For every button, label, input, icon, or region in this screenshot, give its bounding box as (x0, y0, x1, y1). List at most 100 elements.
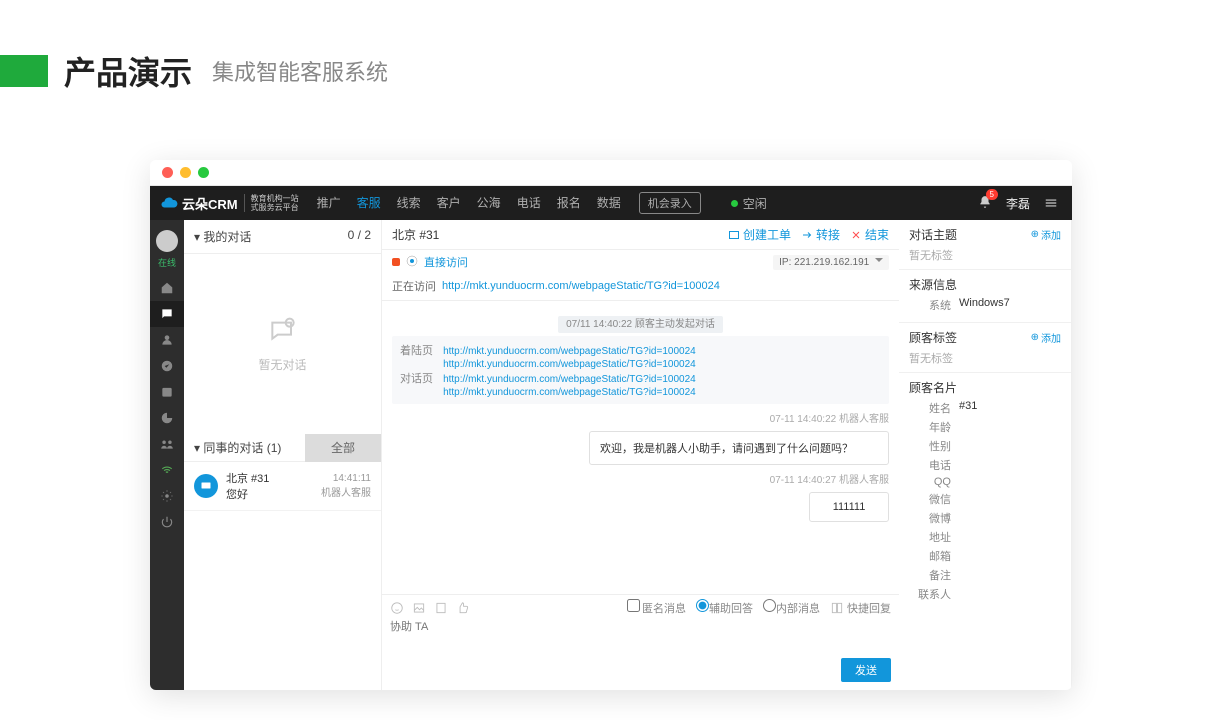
empty-text: 暂无对话 (258, 356, 306, 373)
card-field[interactable]: 微信 (909, 491, 1061, 507)
tags-none: 暂无标签 (909, 350, 1061, 366)
anon-checkbox[interactable]: 匿名消息 (627, 599, 686, 616)
my-convs-header[interactable]: ▾ 我的对话 0 / 2 (184, 220, 381, 254)
create-ticket-button[interactable]: 创建工单 (728, 226, 791, 243)
card-field[interactable]: 微博 (909, 510, 1061, 526)
cloud-icon (160, 194, 178, 212)
empty-chat-icon (267, 316, 299, 348)
record-opportunity-button[interactable]: 机会录入 (639, 192, 701, 214)
chat-icon[interactable] (150, 301, 184, 327)
message-input[interactable] (390, 618, 891, 658)
bot-message: 欢迎，我是机器人小助手，请问遇到了什么问题吗？ (589, 431, 889, 465)
card-field[interactable]: 姓名#31 (909, 400, 1061, 416)
home-icon[interactable] (150, 275, 184, 301)
nav-item-phone[interactable]: 电话 (509, 186, 549, 220)
nav-item-service[interactable]: 客服 (349, 186, 389, 220)
emoji-icon[interactable] (390, 601, 404, 615)
card-field[interactable]: 邮箱 (909, 548, 1061, 564)
windows-icon (392, 258, 400, 266)
chat-title: 北京 #31 (392, 226, 439, 243)
system-tag: 07/11 14:40:22 顾客主动发起对话 (392, 315, 889, 330)
mac-traffic-lights (150, 160, 1072, 186)
app-window: 云朵CRM 教育机构一站式服务云平台 推广 客服 线索 客户 公海 电话 报名 … (150, 160, 1072, 690)
transfer-button[interactable]: 转接 (801, 226, 840, 243)
quick-reply-button[interactable]: 快捷回复 (830, 600, 891, 616)
person-icon[interactable] (150, 327, 184, 353)
slide-subtitle: 集成智能客服系统 (212, 55, 388, 87)
check-icon[interactable] (150, 353, 184, 379)
conv-time: 14:41:11 (321, 473, 371, 484)
top-nav: 云朵CRM 教育机构一站式服务云平台 推广 客服 线索 客户 公海 电话 报名 … (150, 186, 1072, 220)
source-os: Windows7 (959, 297, 1010, 313)
card-field[interactable]: 备注 (909, 567, 1061, 583)
visiting-url[interactable]: http://mkt.yunduocrm.com/webpageStatic/T… (442, 280, 720, 292)
tab-all[interactable]: 全部 (305, 434, 381, 462)
card-field[interactable]: QQ (909, 476, 1061, 488)
bot-message: 111111 (809, 492, 889, 522)
menu-icon[interactable] (1044, 196, 1058, 210)
nav-item-promo[interactable]: 推广 (309, 186, 349, 220)
card-field[interactable]: 电话 (909, 457, 1061, 473)
topic-title: 对话主题 (909, 226, 957, 243)
close-icon[interactable] (162, 167, 173, 178)
url-block: 着陆页 http://mkt.yunduocrm.com/webpageStat… (392, 336, 889, 404)
card-title: 顾客名片 (909, 379, 957, 396)
nav-item-signup[interactable]: 报名 (549, 186, 589, 220)
send-button[interactable]: 发送 (841, 658, 891, 682)
notification-badge: 5 (986, 189, 998, 200)
direct-visit-label: 直接访问 (424, 254, 468, 270)
right-panel: 对话主题⊕ 添加 暂无标签 来源信息 系统Windows7 顾客标签⊕ 添加 暂… (899, 220, 1071, 690)
nav-item-data[interactable]: 数据 (589, 186, 629, 220)
add-tag-button[interactable]: ⊕ 添加 (1031, 330, 1061, 345)
wifi-icon[interactable] (150, 457, 184, 483)
ip-badge: IP: 221.219.162.191 (773, 255, 889, 270)
colleague-header: ▾ 同事的对话 (1) 全部 (184, 434, 381, 462)
visit-source-row: 直接访问 IP: 221.219.162.191 (382, 250, 899, 274)
conversation-list: ▾ 我的对话 0 / 2 暂无对话 ▾ 同事的对话 (1) 全部 北京 #31 … (184, 220, 382, 690)
my-convs-count: 0 / 2 (348, 228, 371, 245)
avatar[interactable] (156, 230, 178, 252)
image-icon[interactable] (412, 601, 426, 615)
visiting-row: 正在访问 http://mkt.yunduocrm.com/webpageSta… (382, 274, 899, 301)
card-field[interactable]: 年龄 (909, 419, 1061, 435)
nav-item-leads[interactable]: 线索 (389, 186, 429, 220)
end-button[interactable]: 结束 (850, 226, 889, 243)
power-icon[interactable] (150, 509, 184, 535)
composer: 匿名消息 辅助回答 内部消息 快捷回复 发送 (382, 594, 899, 690)
msg-ts: 07-11 14:40:27 机器人客服 (392, 471, 889, 486)
people-icon[interactable] (150, 431, 184, 457)
tags-title: 顾客标签 (909, 329, 957, 346)
nav-item-customers[interactable]: 客户 (429, 186, 469, 220)
chart-icon[interactable] (150, 405, 184, 431)
topic-none: 暂无标签 (909, 247, 1061, 263)
gear-icon[interactable] (150, 483, 184, 509)
message-area: 07/11 14:40:22 顾客主动发起对话 着陆页 http://mkt.y… (382, 301, 899, 594)
status-idle[interactable]: 空闲 (731, 195, 767, 212)
slide-title: 产品演示 (64, 48, 192, 94)
conv-name: 北京 #31 (226, 470, 321, 486)
attach-icon[interactable] (434, 601, 448, 615)
icon-sidebar: 在线 (150, 220, 184, 690)
assist-radio[interactable]: 辅助回答 (696, 599, 753, 616)
nav-item-pool[interactable]: 公海 (469, 186, 509, 220)
internal-radio[interactable]: 内部消息 (763, 599, 820, 616)
conversation-item[interactable]: 北京 #31 您好 14:41:11 机器人客服 (184, 462, 381, 511)
chrome-icon (406, 255, 418, 270)
zoom-icon[interactable] (198, 167, 209, 178)
like-icon[interactable] (456, 601, 470, 615)
card-field[interactable]: 联系人 (909, 586, 1061, 602)
user-name[interactable]: 李磊 (1006, 195, 1030, 212)
empty-state: 暂无对话 (184, 254, 381, 434)
monitor-icon (194, 474, 218, 498)
card-field[interactable]: 地址 (909, 529, 1061, 545)
chat-center: 北京 #31 创建工单 转接 结束 直接访问 IP: 221.219.162.1… (382, 220, 899, 690)
chat-header: 北京 #31 创建工单 转接 结束 (382, 220, 899, 250)
calendar-icon[interactable] (150, 379, 184, 405)
bell-icon[interactable]: 5 (978, 195, 992, 212)
nav-items: 推广 客服 线索 客户 公海 电话 报名 数据 (309, 186, 629, 220)
add-topic-button[interactable]: ⊕ 添加 (1031, 227, 1061, 242)
minimize-icon[interactable] (180, 167, 191, 178)
card-field[interactable]: 性别 (909, 438, 1061, 454)
title-accent-bar (0, 55, 48, 87)
msg-ts: 07-11 14:40:22 机器人客服 (392, 410, 889, 425)
